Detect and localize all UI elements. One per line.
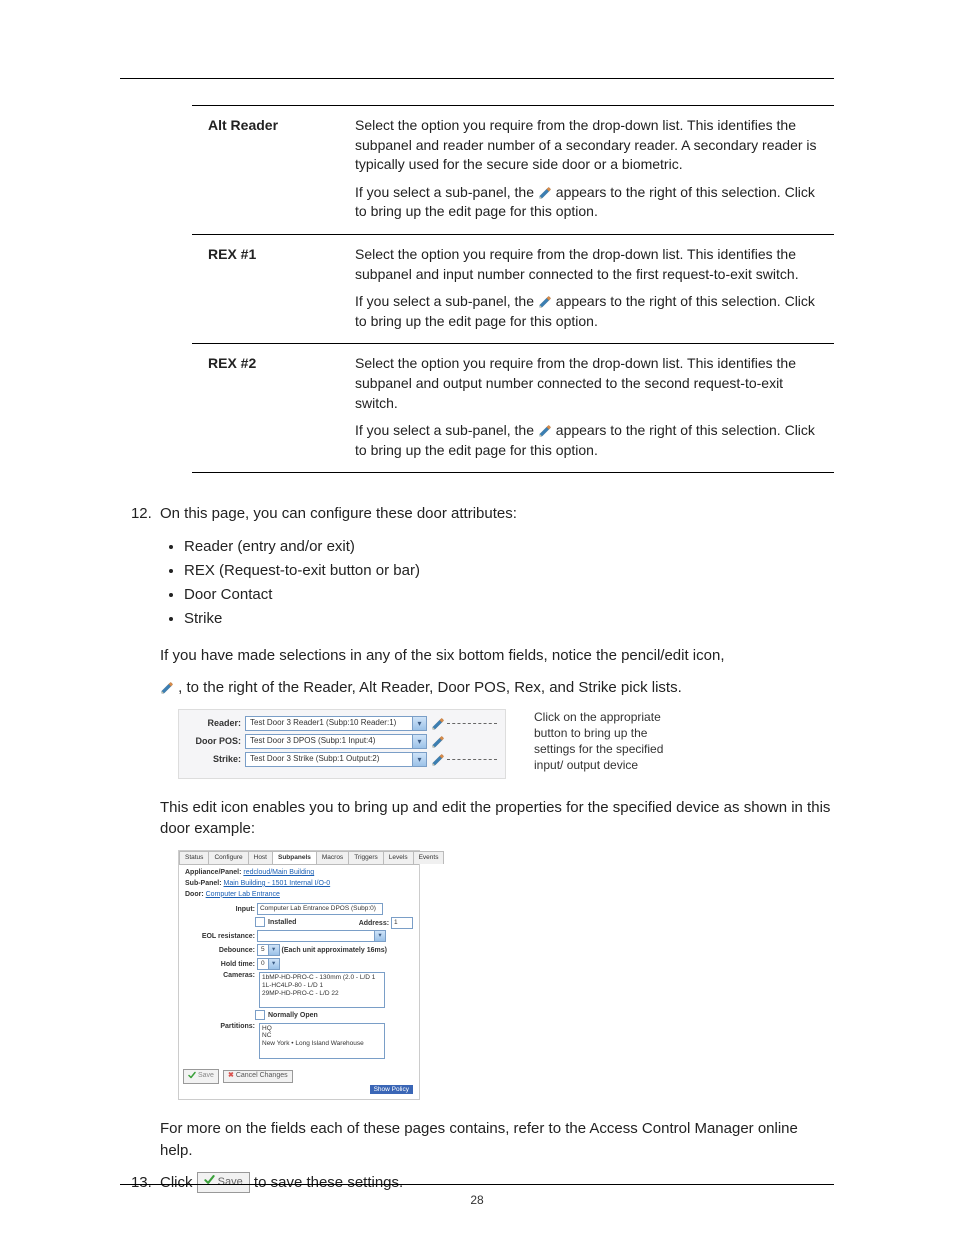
- installed-checkbox[interactable]: [255, 917, 265, 927]
- opt-header-rex-2: REX #2: [192, 344, 339, 473]
- chevron-down-icon: ▾: [268, 959, 279, 969]
- sub-panel-link[interactable]: Main Building - 1501 Internal I/O-0: [224, 880, 331, 887]
- callout-text: Click on the appropriate button to bring…: [534, 709, 684, 774]
- tab-triggers[interactable]: Triggers: [348, 851, 384, 864]
- check-icon: [204, 1174, 215, 1191]
- page-number: 28: [0, 1193, 954, 1207]
- pencil-icon: [538, 295, 552, 309]
- chevron-down-icon[interactable]: ▾: [412, 753, 426, 766]
- hold-time-select[interactable]: 0▾: [257, 958, 280, 970]
- pencil-icon: [538, 186, 552, 200]
- eol-select[interactable]: ▾: [257, 930, 386, 942]
- tab-levels[interactable]: Levels: [383, 851, 414, 864]
- address-field[interactable]: 1: [391, 917, 413, 929]
- tab-macros[interactable]: Macros: [316, 851, 349, 864]
- save-button[interactable]: Save: [183, 1069, 219, 1085]
- partitions-listbox[interactable]: HQ NC New York • Long Island Warehouse: [259, 1023, 385, 1059]
- options-table: Alt Reader Select the option you require…: [192, 105, 834, 473]
- pencil-icon[interactable]: [431, 717, 443, 729]
- strike-label: Strike:: [187, 753, 241, 766]
- chevron-down-icon: ▾: [268, 945, 279, 955]
- pencil-icon[interactable]: [431, 753, 443, 765]
- tab-status[interactable]: Status: [179, 851, 209, 864]
- door-pos-label: Door POS:: [187, 735, 241, 748]
- pick-list-screenshot: Reader: Test Door 3 Reader1 (Subp:10 Rea…: [178, 709, 834, 779]
- tab-configure[interactable]: Configure: [208, 851, 248, 864]
- save-button-inline[interactable]: Save: [197, 1172, 250, 1193]
- step-13: Click Save to save these settings.: [156, 1172, 834, 1194]
- chevron-down-icon: ▾: [374, 931, 385, 941]
- tab-host[interactable]: Host: [248, 851, 273, 864]
- step-12: On this page, you can configure these do…: [156, 503, 834, 1161]
- close-icon: ✖: [228, 1072, 234, 1081]
- edit-properties-screenshot: Status Configure Host Subpanels Macros T…: [178, 850, 420, 1100]
- door-pos-combo[interactable]: Test Door 3 DPOS (Subp:1 Input:4)▾: [245, 734, 427, 749]
- tab-subpanels[interactable]: Subpanels: [272, 851, 317, 864]
- cancel-changes-button[interactable]: ✖Cancel Changes: [223, 1070, 293, 1083]
- pencil-icon: [160, 681, 174, 695]
- normally-open-checkbox[interactable]: [255, 1010, 265, 1020]
- pencil-icon: [538, 424, 552, 438]
- opt-header-alt-reader: Alt Reader: [192, 106, 339, 235]
- appliance-panel-link[interactable]: redcloud/Main Building: [243, 869, 314, 876]
- door-link[interactable]: Computer Lab Entrance: [206, 891, 280, 898]
- chevron-down-icon[interactable]: ▾: [412, 717, 426, 730]
- chevron-down-icon[interactable]: ▾: [412, 735, 426, 748]
- attribute-list: Reader (entry and/or exit) REX (Request-…: [160, 535, 834, 631]
- opt-header-rex-1: REX #1: [192, 234, 339, 343]
- tab-events[interactable]: Events: [413, 851, 445, 864]
- strike-combo[interactable]: Test Door 3 Strike (Subp:1 Output:2)▾: [245, 752, 427, 767]
- reader-label: Reader:: [187, 717, 241, 730]
- reader-combo[interactable]: Test Door 3 Reader1 (Subp:10 Reader:1)▾: [245, 716, 427, 731]
- input-field[interactable]: Computer Lab Entrance DPOS (Subp:0): [257, 903, 383, 915]
- tab-bar: Status Configure Host Subpanels Macros T…: [179, 851, 419, 865]
- cameras-listbox[interactable]: 1bMP-HD-PRO-C - 130mm (2.0 - L/D 1 1L-HC…: [259, 972, 385, 1008]
- pencil-icon[interactable]: [431, 735, 443, 747]
- debounce-select[interactable]: 5▾: [257, 944, 280, 956]
- show-policy-link[interactable]: Show Policy: [370, 1085, 413, 1094]
